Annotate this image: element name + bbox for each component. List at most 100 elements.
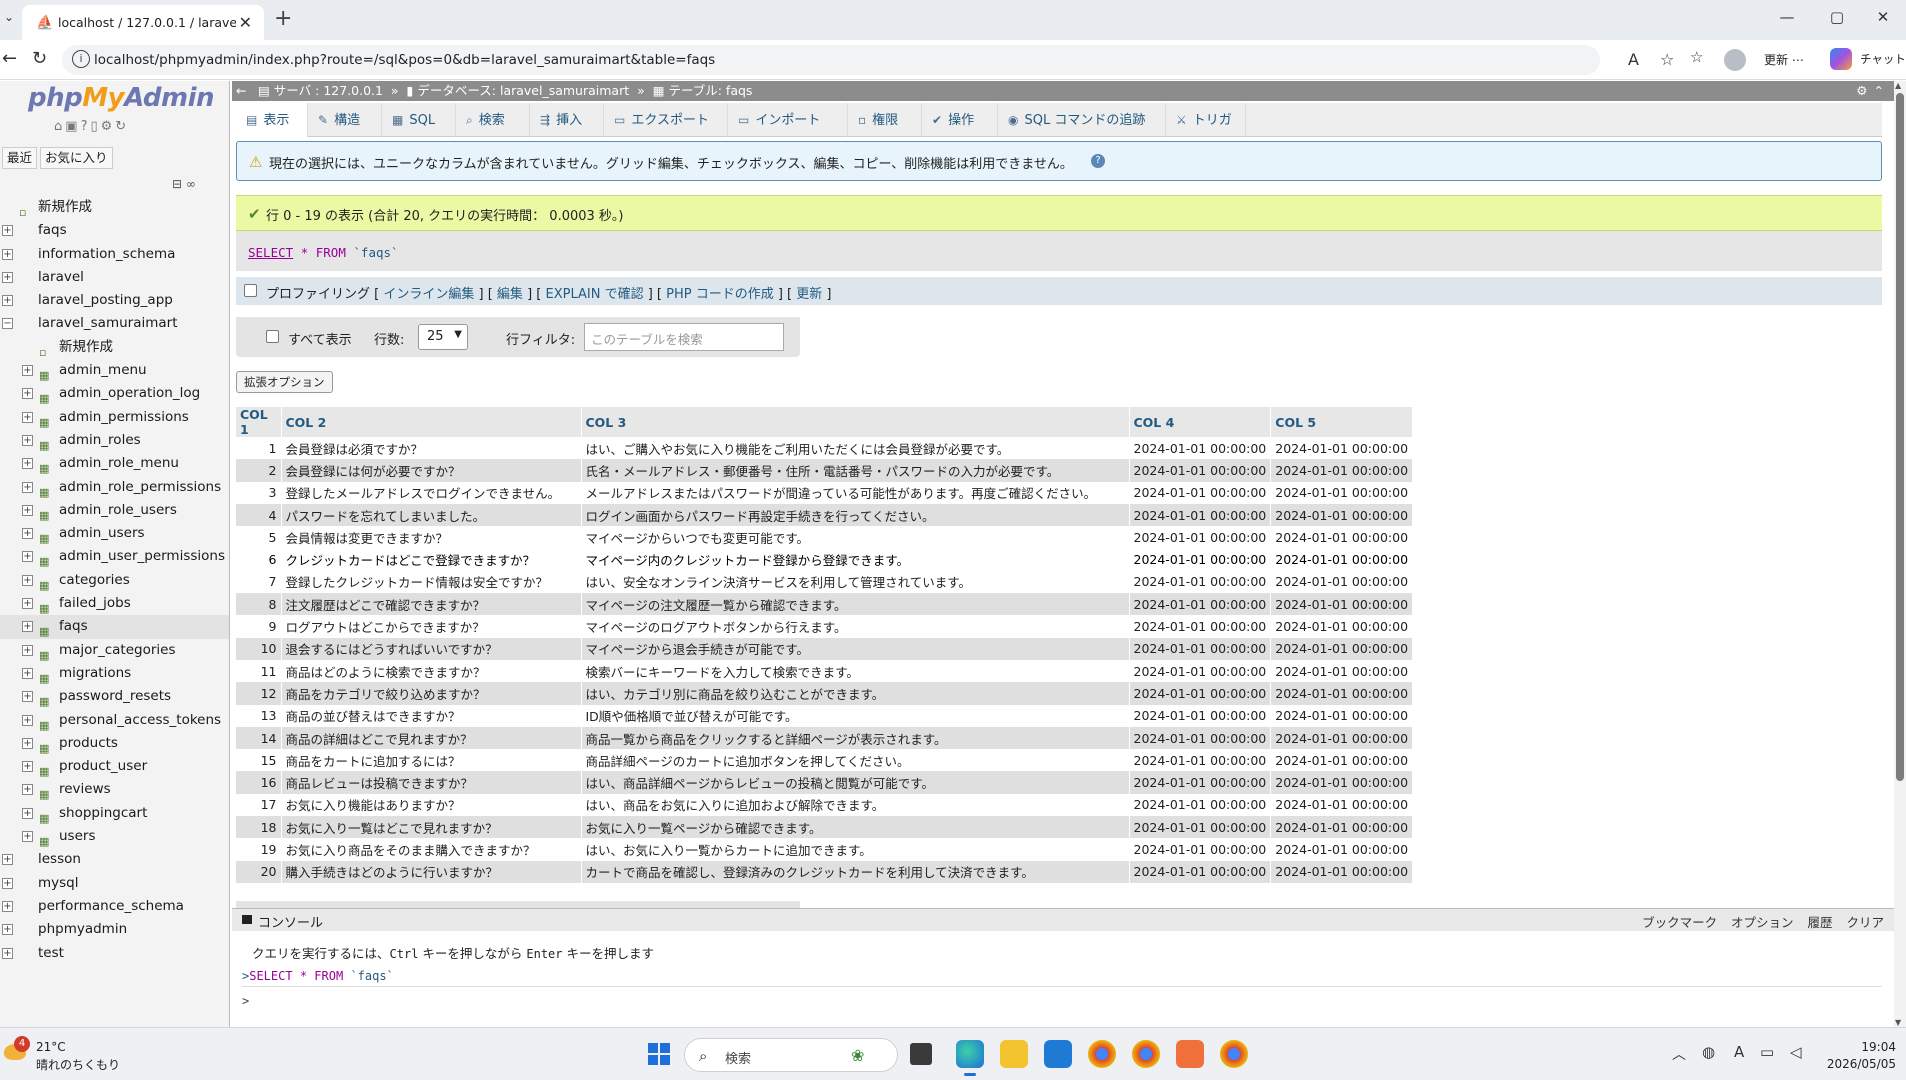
tray-chevron-up-icon[interactable]: ︿ bbox=[1672, 1044, 1686, 1064]
breadcrumb-back-icon[interactable]: ← bbox=[236, 81, 246, 101]
update-more-button[interactable]: 更新 ⋯ bbox=[1764, 51, 1804, 68]
favorite-star-icon[interactable]: ☆ bbox=[1660, 50, 1674, 69]
tab-10[interactable]: ⚔ トリガ bbox=[1166, 103, 1246, 137]
table-cell[interactable]: 2024-01-01 00:00:00 bbox=[1129, 771, 1272, 794]
tree-database-item[interactable]: + performance_schema bbox=[0, 895, 229, 918]
table-cell[interactable]: 16 bbox=[236, 771, 282, 794]
table-cell[interactable]: 2024-01-01 00:00:00 bbox=[1129, 659, 1272, 683]
tree-database-item[interactable]: + phpmyadmin bbox=[0, 918, 229, 941]
settings-gear-icon[interactable]: ⚙ bbox=[101, 119, 116, 134]
tree-table-item[interactable]: + ▦ admin_users bbox=[0, 522, 229, 545]
table-cell[interactable]: マイページの注文履歴一覧から確認できます。 bbox=[581, 593, 1130, 616]
profile-avatar[interactable] bbox=[1724, 49, 1746, 71]
logout-icon[interactable]: ▣ bbox=[65, 119, 80, 134]
tree-database-item[interactable]: + mysql bbox=[0, 872, 229, 895]
inline-edit-link[interactable]: インライン編集 bbox=[383, 287, 474, 302]
help-icon[interactable]: ? bbox=[1091, 154, 1105, 168]
table-cell[interactable]: カートで商品を確認し、登録済みのクレジットカードを利用して決済できます。 bbox=[581, 860, 1130, 883]
table-cell[interactable]: お気に入り商品をそのまま購入できますか？ bbox=[281, 838, 582, 861]
table-row[interactable]: 14 商品の詳細はどこで見れますか？ 商品一覧から商品をクリックすると詳細ページが表… bbox=[236, 726, 1414, 750]
table-row[interactable]: 4 パスワードを忘れてしまいました。 ログイン画面からパスワード再設定手続きを行って… bbox=[236, 503, 1414, 527]
expand-icon[interactable]: + bbox=[22, 504, 33, 516]
tab-1[interactable]: ✎ 構造 bbox=[308, 103, 382, 137]
table-cell[interactable]: 9 bbox=[236, 615, 282, 638]
table-cell[interactable]: 2024-01-01 00:00:00 bbox=[1270, 749, 1414, 772]
expand-icon[interactable]: + bbox=[22, 784, 33, 796]
column-header[interactable]: COL 3 bbox=[581, 407, 1130, 437]
profiling-checkbox[interactable] bbox=[244, 284, 257, 297]
table-cell[interactable]: 2024-01-01 00:00:00 bbox=[1270, 726, 1414, 750]
tree-table-item[interactable]: + ▦ migrations bbox=[0, 662, 229, 685]
reload-icon[interactable]: ↻ bbox=[32, 48, 47, 69]
table-row[interactable]: 3 登録したメールアドレスでログインできません。 メールアドレスまたはパスワードが間… bbox=[236, 481, 1414, 504]
breadcrumb-database[interactable]: データベース: laravel_samuraimart bbox=[417, 83, 629, 98]
table-cell[interactable]: 8 bbox=[236, 593, 282, 616]
tree-table-item[interactable]: + ▦ users bbox=[0, 825, 229, 848]
xampp-icon[interactable] bbox=[1176, 1040, 1204, 1068]
tree-new-item[interactable]: ▫ 新規作成 bbox=[0, 336, 229, 359]
site-info-icon[interactable]: i bbox=[72, 50, 90, 68]
table-cell[interactable]: はい、商品をお気に入りに追加および解除できます。 bbox=[581, 793, 1130, 817]
tree-table-item[interactable]: + ▦ major_categories bbox=[0, 639, 229, 662]
taskbar-search[interactable]: ⌕ 検索 ❀ bbox=[684, 1038, 898, 1072]
filter-input[interactable]: このテーブルを検索 bbox=[584, 323, 784, 351]
weather-temp[interactable]: 21°C bbox=[36, 1040, 66, 1054]
table-cell[interactable]: 2024-01-01 00:00:00 bbox=[1129, 615, 1272, 638]
table-cell[interactable]: 2024-01-01 00:00:00 bbox=[1270, 526, 1414, 549]
file-explorer-icon[interactable] bbox=[1000, 1040, 1028, 1068]
table-cell[interactable]: 17 bbox=[236, 793, 282, 817]
table-row[interactable]: 13 商品の並び替えはできますか？ ID順や価格順で並び替えが可能です。 2024-0… bbox=[236, 704, 1414, 727]
expand-icon[interactable]: + bbox=[22, 761, 33, 773]
table-cell[interactable]: 氏名・メールアドレス・郵便番号・住所・電話番号・パスワードの入力が必要です。 bbox=[581, 459, 1130, 482]
url-field[interactable]: i localhost/phpmyadmin/index.php?route=/… bbox=[62, 45, 1674, 75]
expand-icon[interactable]: + bbox=[22, 737, 33, 749]
table-cell[interactable]: 2024-01-01 00:00:00 bbox=[1129, 838, 1272, 861]
table-cell[interactable]: 会員情報は変更できますか？ bbox=[281, 526, 582, 549]
expand-icon[interactable]: + bbox=[22, 831, 33, 843]
table-cell[interactable]: 14 bbox=[236, 726, 282, 750]
table-cell[interactable]: 2024-01-01 00:00:00 bbox=[1270, 615, 1414, 638]
table-cell[interactable]: 15 bbox=[236, 749, 282, 772]
table-cell[interactable]: 2024-01-01 00:00:00 bbox=[1129, 459, 1272, 482]
table-cell[interactable]: 2024-01-01 00:00:00 bbox=[1270, 659, 1414, 683]
table-row[interactable]: 18 お気に入り一覧はどこで見れますか？ お気に入り一覧ページから確認できます。 20… bbox=[236, 816, 1414, 839]
tree-table-item[interactable]: + ▦ admin_permissions bbox=[0, 406, 229, 429]
favorites-button[interactable]: お気に入り bbox=[40, 147, 113, 169]
tree-table-item[interactable]: + ▦ products bbox=[0, 732, 229, 755]
table-row[interactable]: 1 会員登録は必須ですか？ はい、ご購入やお気に入り機能をご利用いただくには会員登録… bbox=[236, 437, 1414, 460]
table-row[interactable]: 9 ログアウトはどこからできますか？ マイページのログアウトボタンから行えます。 20… bbox=[236, 615, 1414, 638]
expand-icon[interactable]: + bbox=[22, 365, 33, 377]
table-cell[interactable]: マイページのログアウトボタンから行えます。 bbox=[581, 615, 1130, 638]
window-close-button[interactable]: ✕ bbox=[1868, 8, 1898, 26]
tree-database-item[interactable]: + laravel bbox=[0, 266, 229, 289]
phpmyadmin-logo[interactable]: phpMyAdmin bbox=[28, 83, 215, 113]
table-row[interactable]: 12 商品をカテゴリで絞り込めますか？ はい、カテゴリ別に商品を絞り込むことができま… bbox=[236, 682, 1414, 705]
table-row[interactable]: 20 購入手続きはどのように行いますか？ カートで商品を確認し、登録済みのクレジット… bbox=[236, 860, 1414, 883]
tree-new-item[interactable]: ▫ 新規作成 bbox=[0, 196, 229, 219]
clock-time[interactable]: 19:04 bbox=[1836, 1040, 1896, 1054]
table-row[interactable]: 2 会員登録には何が必要ですか？ 氏名・メールアドレス・郵便番号・住所・電話番号・パ… bbox=[236, 459, 1414, 482]
expand-icon[interactable]: + bbox=[22, 667, 33, 679]
tab-0[interactable]: ▤ 表示 bbox=[236, 103, 308, 137]
table-cell[interactable]: 2024-01-01 00:00:00 bbox=[1129, 860, 1272, 883]
tree-table-item[interactable]: + ▦ admin_menu bbox=[0, 359, 229, 382]
back-arrow-icon[interactable]: ← bbox=[2, 48, 17, 69]
column-header[interactable]: COL 1 bbox=[236, 407, 282, 437]
tree-table-item[interactable]: + ▦ admin_role_permissions bbox=[0, 476, 229, 499]
expand-icon[interactable]: + bbox=[22, 807, 33, 819]
table-cell[interactable]: 2024-01-01 00:00:00 bbox=[1129, 593, 1272, 616]
table-cell[interactable]: 2024-01-01 00:00:00 bbox=[1129, 793, 1272, 817]
table-cell[interactable]: 商品レビューは投稿できますか？ bbox=[281, 771, 582, 794]
scrollbar-thumb[interactable] bbox=[1896, 93, 1904, 781]
table-row[interactable]: 19 お気に入り商品をそのまま購入できますか？ はい、お気に入り一覧からカートに追加… bbox=[236, 838, 1414, 861]
tree-database-item[interactable]: + test bbox=[0, 942, 229, 965]
table-cell[interactable]: 2024-01-01 00:00:00 bbox=[1129, 637, 1272, 660]
collapse-all-icon[interactable]: ⊟ bbox=[172, 177, 182, 191]
column-header[interactable]: COL 5 bbox=[1270, 407, 1414, 437]
table-row[interactable]: 8 注文履歴はどこで確認できますか？ マイページの注文履歴一覧から確認できます。 20… bbox=[236, 593, 1414, 616]
table-cell[interactable]: お気に入り一覧ページから確認できます。 bbox=[581, 816, 1130, 839]
collapse-icon[interactable]: ⌃ bbox=[1874, 83, 1890, 98]
table-cell[interactable]: 2024-01-01 00:00:00 bbox=[1270, 838, 1414, 861]
tree-table-item[interactable]: + ▦ failed_jobs bbox=[0, 592, 229, 615]
breadcrumb-table[interactable]: テーブル: faqs bbox=[669, 83, 753, 98]
